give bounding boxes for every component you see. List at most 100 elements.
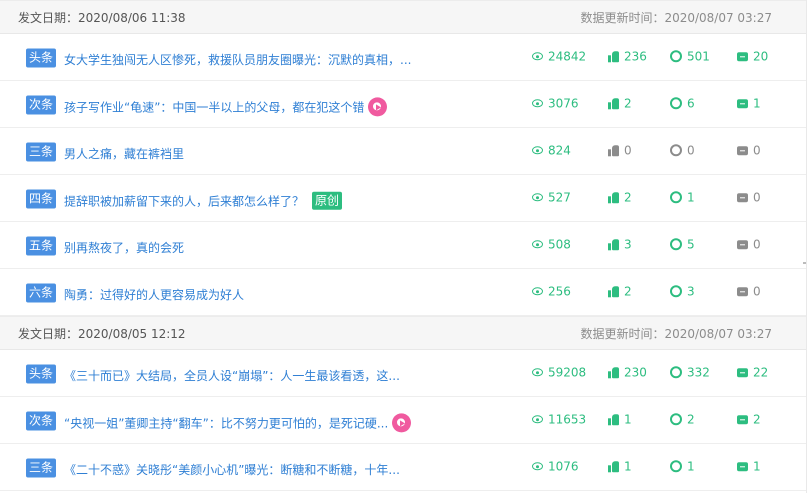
article-title-text[interactable]: 《三十而已》大结局，全员人设“崩塌”：人一生最该看透，这...	[64, 367, 400, 384]
likes-value: 2	[624, 96, 632, 111]
thumbs-up-icon	[608, 285, 619, 297]
data-update-time: 数据更新时间：2020/08/07 03:27	[580, 326, 772, 341]
reads-value: 1076	[548, 459, 579, 474]
comments-count: 0	[737, 284, 761, 298]
article-title-link[interactable]: 《三十而已》大结局，全员人设“崩塌”：人一生最该看透，这...	[64, 367, 400, 384]
comments-value: 0	[753, 143, 761, 158]
article-title-link[interactable]: 《二十不惑》关晓彤“美颜小心机”曝光：断糖和不断糖，十年...	[64, 461, 400, 478]
article-row[interactable]: 五条 别再熬夜了，真的会死 508 3 5 0	[0, 222, 806, 269]
reads-value: 824	[548, 143, 571, 158]
likes-value: 2	[624, 284, 632, 299]
article-title-link[interactable]: 女大学生独闯无人区惨死，救援队员朋友圈曝光：沉默的真相，...	[64, 51, 411, 68]
scrollbar-marker	[803, 262, 806, 264]
comment-icon	[737, 461, 748, 471]
article-title-text[interactable]: 别再熬夜了，真的会死	[64, 239, 184, 256]
wow-gear-icon	[670, 97, 682, 110]
reads-count: 508	[532, 237, 571, 251]
article-row[interactable]: 头条 《三十而已》大结局，全员人设“崩塌”：人一生最该看透，这... 59208…	[0, 350, 806, 397]
article-row[interactable]: 六条 陶勇：过得好的人更容易成为好人 256 2 3 0	[0, 269, 806, 316]
eye-icon	[532, 240, 543, 249]
comment-icon	[737, 145, 748, 155]
article-list: 发文日期：2020/08/06 11:38 数据更新时间：2020/08/07 …	[0, 0, 807, 493]
article-title-link[interactable]: 提辞职被加薪留下来的人，后来都怎么样了？ 原创	[64, 191, 343, 210]
comments-value: 0	[753, 284, 761, 299]
watching-count: 0	[670, 143, 695, 157]
video-play-icon	[392, 413, 412, 433]
eye-icon	[532, 415, 543, 424]
article-row[interactable]: 三条 《二十不惑》关晓彤“美颜小心机”曝光：断糖和不断糖，十年... 1076 …	[0, 444, 806, 491]
article-row[interactable]: 四条 提辞职被加薪留下来的人，后来都怎么样了？ 原创 527 2 1 0	[0, 175, 806, 222]
rank-badge: 四条	[26, 189, 57, 209]
comments-count: 0	[737, 237, 761, 251]
thumbs-up-icon	[608, 50, 619, 62]
comments-count: 2	[737, 412, 761, 426]
article-title-text[interactable]: 男人之痛，藏在裤裆里	[64, 145, 184, 162]
thumbs-up-icon	[608, 97, 619, 109]
wow-gear-icon	[670, 413, 682, 426]
reads-count: 256	[532, 284, 571, 298]
article-title-link[interactable]: 孩子写作业“龟速”：中国一半以上的父母，都在犯这个错	[64, 97, 388, 117]
watching-count: 6	[670, 96, 695, 110]
likes-count: 2	[608, 284, 632, 298]
reads-count: 824	[532, 143, 571, 157]
comments-value: 22	[753, 365, 769, 380]
article-title-link[interactable]: 别再熬夜了，真的会死	[64, 239, 184, 256]
article-title-link[interactable]: “央视一姐”董卿主持“翻车”：比不努力更可怕的，是死记硬...	[64, 413, 412, 433]
rank-badge: 三条	[26, 458, 57, 478]
wow-gear-icon	[670, 285, 682, 298]
eye-icon	[532, 146, 543, 155]
article-row[interactable]: 三条 男人之痛，藏在裤裆里 824 0 0 0	[0, 128, 806, 175]
reads-value: 11653	[548, 412, 587, 427]
article-row[interactable]: 头条 女大学生独闯无人区惨死，救援队员朋友圈曝光：沉默的真相，... 24842…	[0, 34, 806, 81]
comments-count: 0	[737, 143, 761, 157]
thumbs-up-icon	[608, 238, 619, 250]
eye-icon	[532, 287, 543, 296]
likes-value: 2	[624, 190, 632, 205]
publish-date: 发文日期：2020/08/05 12:12	[18, 326, 186, 341]
comment-icon	[737, 51, 748, 61]
thumbs-up-icon	[608, 460, 619, 472]
watching-count: 3	[670, 284, 695, 298]
watching-count: 5	[670, 237, 695, 251]
article-title-text[interactable]: 《二十不惑》关晓彤“美颜小心机”曝光：断糖和不断糖，十年...	[64, 461, 400, 478]
article-title-link[interactable]: 陶勇：过得好的人更容易成为好人	[64, 286, 244, 303]
comment-icon	[737, 192, 748, 202]
thumbs-up-icon	[608, 144, 619, 156]
comments-value: 0	[753, 237, 761, 252]
eye-icon	[532, 462, 543, 471]
watching-count: 501	[670, 49, 710, 63]
watching-value: 6	[687, 96, 695, 111]
watching-value: 1	[687, 190, 695, 205]
reads-value: 24842	[548, 49, 587, 64]
reads-count: 24842	[532, 49, 586, 63]
eye-icon	[532, 368, 543, 377]
comments-count: 1	[737, 96, 761, 110]
wow-gear-icon	[670, 460, 682, 473]
watching-value: 501	[687, 49, 710, 64]
data-update-time: 数据更新时间：2020/08/07 03:27	[580, 10, 772, 25]
wow-gear-icon	[670, 50, 682, 63]
article-title-text[interactable]: “央视一姐”董卿主持“翻车”：比不努力更可怕的，是死记硬...	[64, 414, 388, 431]
likes-value: 1	[624, 459, 632, 474]
wow-gear-icon	[670, 366, 682, 379]
article-row[interactable]: 次条 孩子写作业“龟速”：中国一半以上的父母，都在犯这个错 3076 2 6 1	[0, 81, 806, 128]
likes-count: 236	[608, 49, 647, 63]
article-title-link[interactable]: 男人之痛，藏在裤裆里	[64, 145, 184, 162]
article-title-text[interactable]: 提辞职被加薪留下来的人，后来都怎么样了？	[64, 192, 304, 209]
article-title-text[interactable]: 女大学生独闯无人区惨死，救援队员朋友圈曝光：沉默的真相，...	[64, 51, 411, 68]
comment-icon	[737, 367, 748, 377]
comment-icon	[737, 239, 748, 249]
reads-value: 3076	[548, 96, 579, 111]
likes-value: 3	[624, 237, 632, 252]
original-badge: 原创	[312, 191, 343, 210]
group-header: 发文日期：2020/08/06 11:38 数据更新时间：2020/08/07 …	[0, 0, 806, 34]
likes-count: 2	[608, 96, 632, 110]
rank-badge: 头条	[26, 48, 57, 68]
reads-value: 59208	[548, 365, 587, 380]
comments-count: 20	[737, 49, 768, 63]
rank-badge: 次条	[26, 411, 57, 431]
article-title-text[interactable]: 孩子写作业“龟速”：中国一半以上的父母，都在犯这个错	[64, 98, 364, 115]
article-row[interactable]: 次条 “央视一姐”董卿主持“翻车”：比不努力更可怕的，是死记硬... 11653…	[0, 397, 806, 444]
watching-value: 1	[687, 459, 695, 474]
article-title-text[interactable]: 陶勇：过得好的人更容易成为好人	[64, 286, 244, 303]
